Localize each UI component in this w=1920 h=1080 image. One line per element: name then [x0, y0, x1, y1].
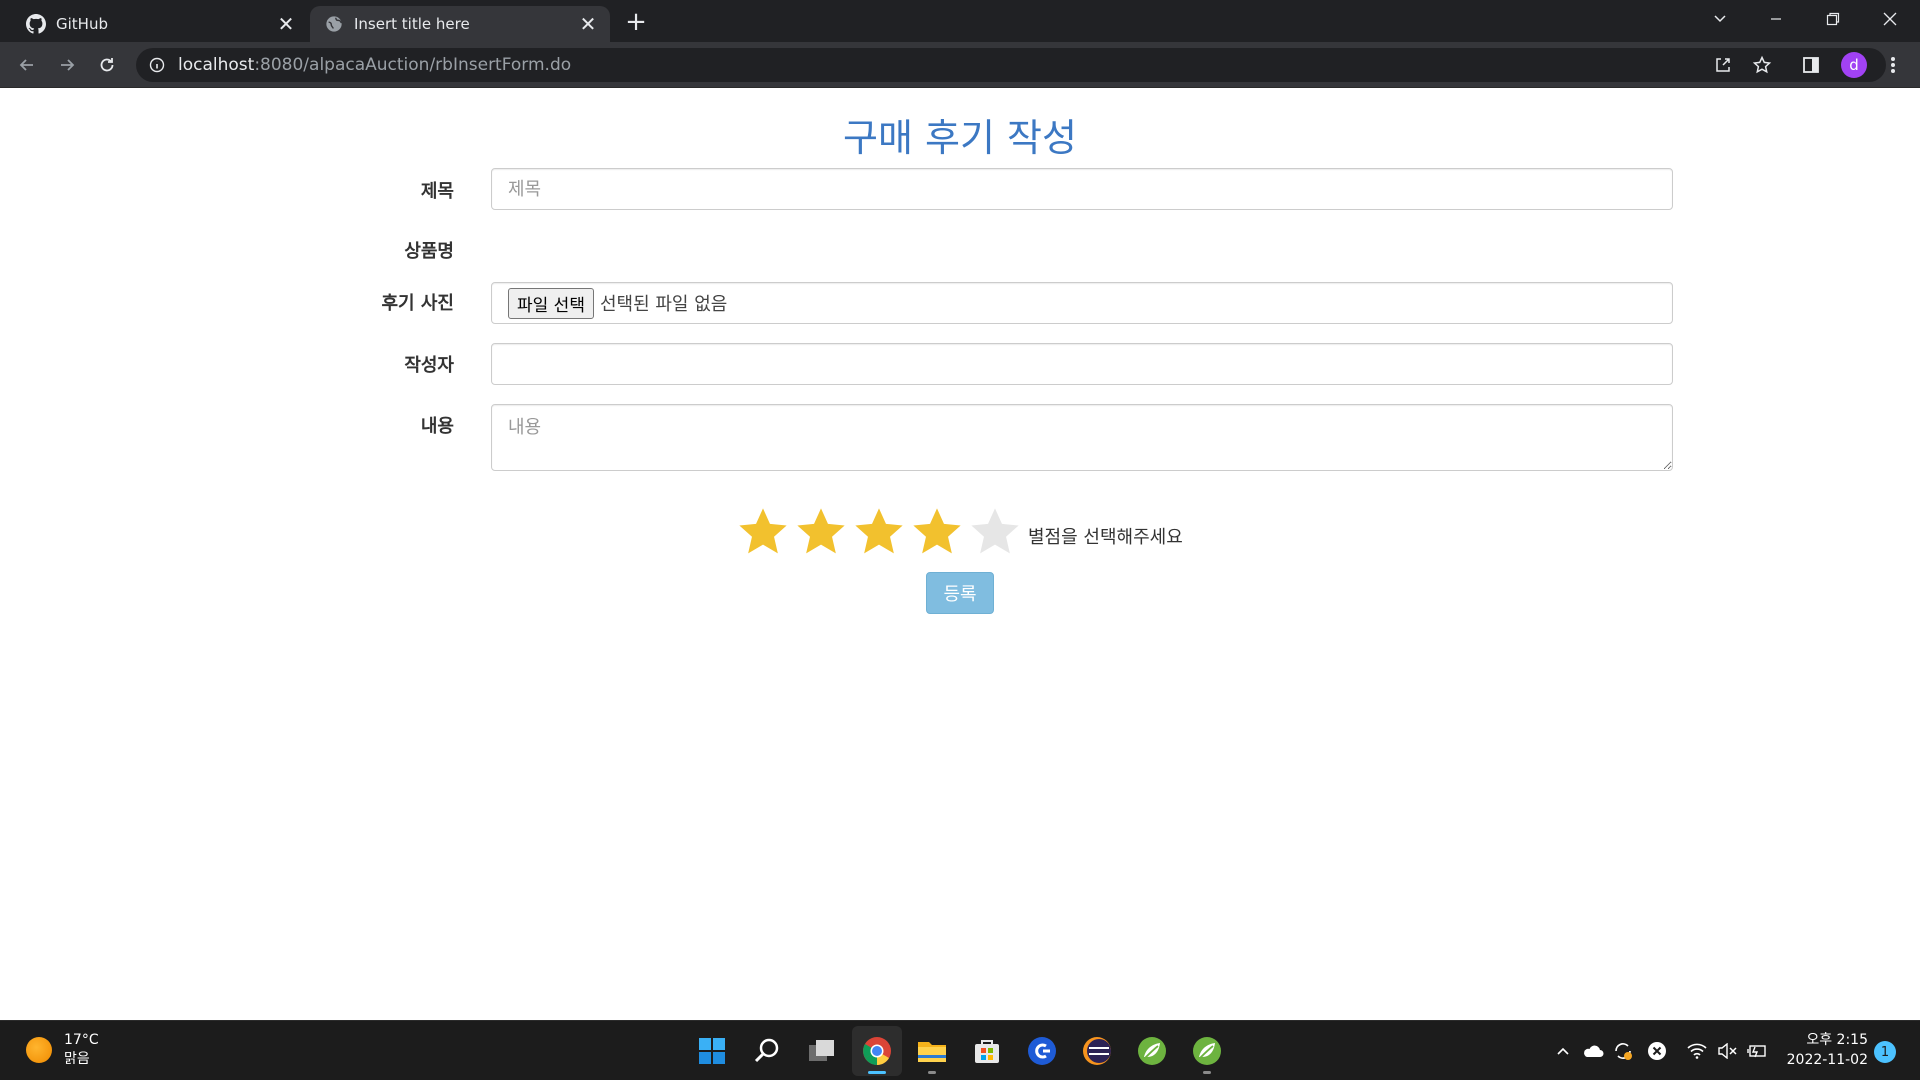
- wifi-icon[interactable]: [1685, 1039, 1709, 1063]
- tab-title: GitHub: [56, 15, 108, 33]
- app-icon[interactable]: [1017, 1026, 1067, 1076]
- address-bar[interactable]: localhost:8080/alpacaAuction/rbInsertFor…: [136, 48, 1886, 82]
- content-textarea[interactable]: [491, 404, 1673, 471]
- sync-icon[interactable]: [1611, 1039, 1635, 1063]
- star-4-icon[interactable]: [908, 503, 966, 561]
- content-label: 내용: [420, 416, 454, 437]
- sun-icon: [26, 1037, 52, 1063]
- eclipse-icon[interactable]: [1072, 1026, 1122, 1076]
- bookmark-star-icon[interactable]: [1748, 51, 1776, 79]
- clock-date: 2022-11-02: [1786, 1052, 1868, 1068]
- review-photo-label: 후기 사진: [381, 293, 454, 314]
- microsoft-store-icon[interactable]: [962, 1026, 1012, 1076]
- windows-taskbar: 17°C 맑음 오후 2:15 2022-11-02 1: [0, 1020, 1920, 1080]
- file-explorer-icon[interactable]: [907, 1026, 957, 1076]
- star-1-icon[interactable]: [734, 503, 792, 561]
- tab-github[interactable]: GitHub ✕: [14, 6, 308, 42]
- minimize-icon[interactable]: [1748, 0, 1804, 38]
- writer-label: 작성자: [404, 355, 454, 376]
- browser-toolbar: localhost:8080/alpacaAuction/rbInsertFor…: [0, 42, 1920, 88]
- side-panel-icon[interactable]: [1797, 51, 1825, 79]
- volume-muted-icon[interactable]: [1715, 1039, 1739, 1063]
- share-icon[interactable]: [1709, 51, 1737, 79]
- writer-input[interactable]: [491, 343, 1673, 385]
- subject-label: 제목: [420, 181, 454, 202]
- tab-search-icon[interactable]: [1692, 0, 1748, 38]
- star-2-icon[interactable]: [792, 503, 850, 561]
- globe-icon: [324, 14, 344, 34]
- choose-file-button[interactable]: 파일 선택: [508, 287, 594, 319]
- file-status-text: 선택된 파일 없음: [599, 294, 728, 315]
- battery-charging-icon[interactable]: [1745, 1039, 1769, 1063]
- submit-button[interactable]: 등록: [926, 572, 994, 614]
- system-clock[interactable]: 오후 2:15 2022-11-02: [1782, 1030, 1868, 1070]
- task-view-icon[interactable]: [797, 1026, 847, 1076]
- onedrive-cloud-icon[interactable]: [1581, 1039, 1605, 1063]
- star-3-icon[interactable]: [850, 503, 908, 561]
- weather-widget[interactable]: 17°C 맑음: [26, 1031, 99, 1069]
- close-circle-icon[interactable]: [1645, 1039, 1669, 1063]
- url-text: localhost:8080/alpacaAuction/rbInsertFor…: [178, 55, 572, 75]
- new-tab-icon[interactable]: +: [622, 7, 650, 37]
- site-info-icon[interactable]: [148, 56, 166, 74]
- chevron-up-icon[interactable]: [1551, 1039, 1575, 1063]
- forward-icon[interactable]: [52, 50, 82, 80]
- restore-icon[interactable]: [1805, 0, 1861, 38]
- star-rating: 별점을 선택해주세요: [734, 502, 1183, 562]
- rating-prompt: 별점을 선택해주세요: [1028, 527, 1183, 548]
- tab-insert-title[interactable]: Insert title here ✕: [310, 6, 610, 42]
- spring-tool-suite-icon[interactable]: [1182, 1026, 1232, 1076]
- github-icon: [26, 14, 46, 34]
- page-title: 구매 후기 작성: [843, 116, 1077, 160]
- star-5-icon[interactable]: [966, 503, 1024, 561]
- close-tab-icon[interactable]: ✕: [274, 12, 298, 36]
- weather-temp: 17°C: [64, 1032, 99, 1048]
- browser-tab-strip: GitHub ✕ Insert title here ✕ +: [0, 0, 1920, 42]
- chrome-icon[interactable]: [852, 1026, 902, 1076]
- product-name-label: 상품명: [404, 241, 454, 262]
- review-photo-file-input[interactable]: 파일 선택 선택된 파일 없음: [491, 282, 1673, 324]
- subject-input[interactable]: [491, 168, 1673, 210]
- tab-title: Insert title here: [354, 15, 470, 33]
- spring-tool-suite-icon[interactable]: [1127, 1026, 1177, 1076]
- back-icon[interactable]: [12, 50, 42, 80]
- review-form-page: 구매 후기 작성 제목 상품명 후기 사진 파일 선택 선택된 파일 없음 작성…: [0, 89, 1920, 1019]
- profile-avatar[interactable]: d: [1841, 52, 1867, 78]
- reload-icon[interactable]: [92, 50, 122, 80]
- windows-start-icon[interactable]: [687, 1026, 737, 1076]
- close-tab-icon[interactable]: ✕: [576, 12, 600, 36]
- weather-condition: 맑음: [64, 1051, 90, 1067]
- close-window-icon[interactable]: [1862, 0, 1918, 38]
- search-icon[interactable]: [742, 1026, 792, 1076]
- menu-kebab-icon[interactable]: [1879, 51, 1907, 79]
- notification-badge[interactable]: 1: [1874, 1041, 1896, 1063]
- clock-time: 오후 2:15: [1806, 1032, 1868, 1048]
